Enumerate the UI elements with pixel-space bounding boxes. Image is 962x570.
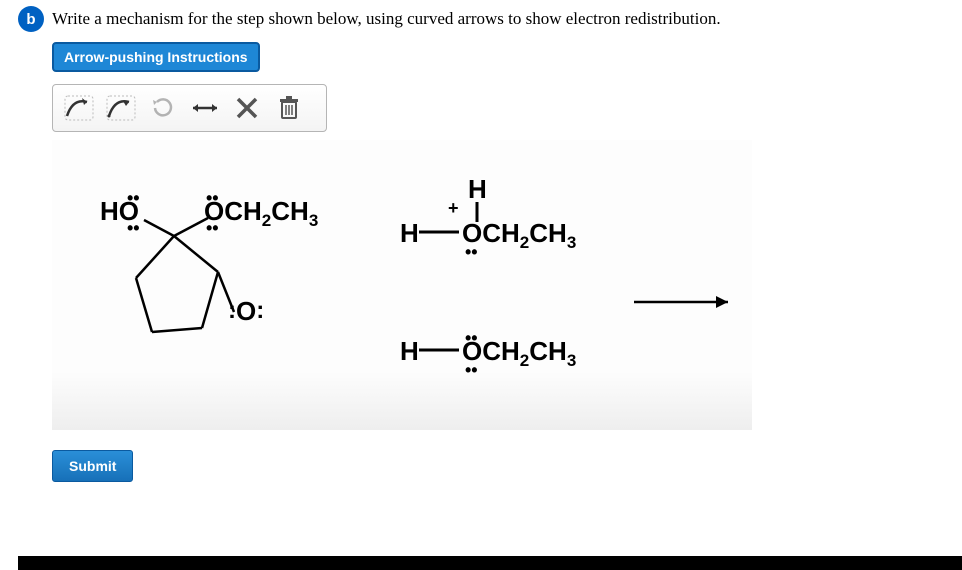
left-oeth-lonepair-top: •• [206,188,219,209]
right-h-left-a: H [400,218,419,249]
footer-bar [18,556,962,570]
left-ho-lonepair-bottom: •• [127,218,140,239]
right-plus-label: + [448,198,459,219]
trash-tool[interactable] [269,90,309,126]
right-och2ch3-b-label: OCH2CH3 [462,336,576,371]
question-text: Write a mechanism for the step shown bel… [52,9,721,29]
reaction-arrow-icon [632,290,742,314]
delete-tool[interactable] [227,90,267,126]
part-badge: b [18,6,44,32]
curved-arrow-half-tool[interactable] [101,90,141,126]
right-h-top-label: H [468,174,487,205]
right-b-lonepair-top: •• [465,328,478,349]
right-och2ch3-a-label: OCH2CH3 [462,218,576,253]
right-b-lonepair-bottom: •• [465,360,478,381]
mechanism-canvas[interactable]: HO •• •• OCH2CH3 •• •• :O: H H + OCH2CH3… [52,140,752,430]
right-a-lonepair-bottom: •• [465,242,478,263]
resonance-arrow-tool[interactable] [185,90,225,126]
left-ho-lonepair-top: •• [127,188,140,209]
right-h-left-b: H [400,336,419,367]
submit-button[interactable]: Submit [52,450,133,482]
left-oeth-lonepair-bottom: •• [206,218,219,239]
curved-arrow-single-tool[interactable] [59,90,99,126]
redo-tool [143,90,183,126]
left-o-label: :O: [228,296,264,327]
left-och2ch3-label: OCH2CH3 [204,196,318,231]
arrow-pushing-instructions-button[interactable]: Arrow-pushing Instructions [52,42,260,72]
drawing-toolbar [52,84,327,132]
